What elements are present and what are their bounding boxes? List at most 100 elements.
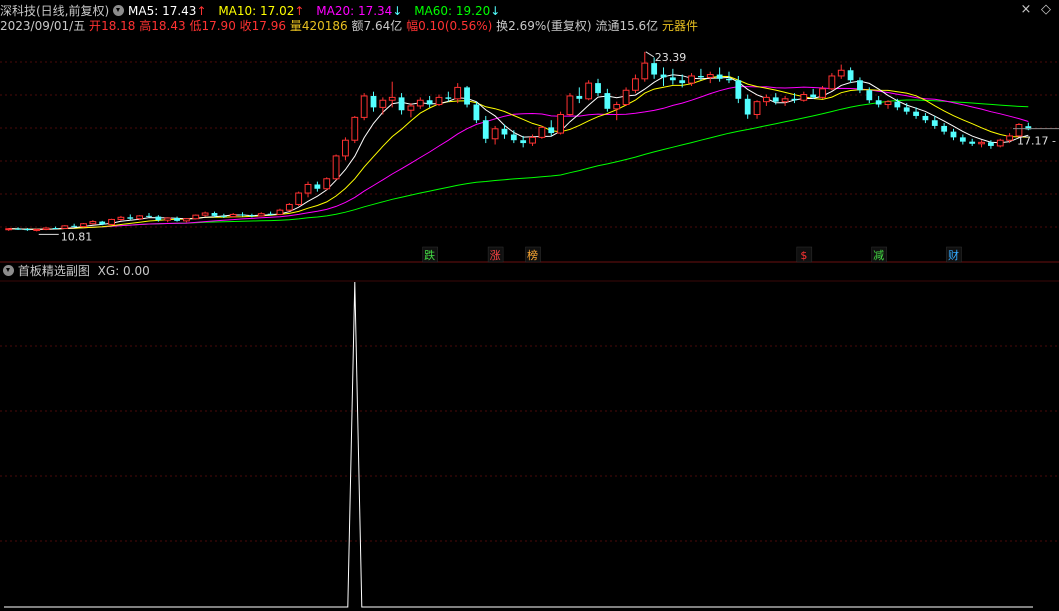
ma60-label: MA60: 19.20 — [414, 4, 491, 18]
close-icon[interactable]: × — [1019, 3, 1033, 17]
candle-body — [520, 140, 527, 144]
candle-body — [772, 97, 779, 102]
candle-body — [332, 155, 340, 180]
candle-body — [239, 214, 246, 216]
event-marker-label: 减 — [873, 249, 884, 262]
candle-body — [435, 96, 443, 106]
close-label: 收 — [239, 19, 252, 33]
candle-body — [651, 63, 658, 75]
candle-body — [146, 215, 152, 217]
candle-body — [370, 95, 377, 108]
ma60-arrow-icon: ↓ — [490, 4, 501, 18]
candle-body — [726, 78, 732, 81]
event-marker-label: $ — [800, 249, 807, 262]
event-marker-label: 榜 — [527, 248, 538, 262]
candle-body — [913, 111, 919, 116]
candle-body — [566, 95, 574, 116]
candle-body — [426, 100, 433, 105]
close-value: 17.96 — [251, 19, 287, 33]
ma-header-row: 深科技(日线,前复权) MA5: 17.43↑ MA10: 17.02↑ MA2… — [0, 3, 500, 19]
event-marker-label: 跌 — [424, 248, 435, 262]
subchart-menu-icon[interactable] — [3, 265, 14, 276]
candle-body — [295, 192, 303, 205]
candle-body — [548, 127, 555, 134]
candle-body — [501, 128, 508, 135]
ma20-arrow-icon: ↓ — [392, 4, 403, 18]
candle-body — [314, 184, 321, 189]
ma10-label: MA10: 17.02 — [218, 4, 295, 18]
candle-body — [33, 228, 41, 231]
candle-body — [837, 69, 845, 77]
candle-body — [220, 215, 227, 217]
candle-body — [903, 107, 910, 112]
candle-body — [969, 141, 976, 144]
candle-body — [996, 139, 1004, 147]
candle-body — [641, 62, 649, 80]
low-price-label: 10.81 — [61, 230, 92, 243]
event-marker-label: 涨 — [490, 249, 501, 262]
candle-body — [155, 216, 162, 221]
low-label: 低 — [189, 19, 202, 33]
candle-body — [117, 216, 125, 220]
indicator-menu-icon[interactable] — [113, 5, 125, 16]
open-label: 开 — [89, 19, 102, 33]
xg-label: XG: 0.00 — [97, 264, 150, 278]
candle-body — [267, 213, 274, 215]
candle-body — [183, 218, 190, 222]
candle-body — [950, 131, 957, 138]
amount-value: 额7.64亿 — [351, 19, 403, 33]
candle-body — [819, 88, 826, 98]
candle-body — [42, 227, 50, 230]
candle-body — [80, 223, 87, 228]
sector-value[interactable]: 元器件 — [662, 19, 698, 33]
candle-body — [454, 86, 462, 100]
candle-body — [464, 87, 470, 105]
vol-label: 量 — [289, 19, 302, 33]
candle-body — [174, 218, 180, 221]
candle-body — [781, 98, 789, 103]
candle-body — [557, 114, 564, 134]
candle-body — [360, 95, 368, 118]
candle-body — [622, 89, 630, 106]
candle-body — [576, 95, 583, 99]
candle-body — [669, 77, 676, 81]
range-value: 0.10(0.56%) — [418, 19, 493, 33]
candle-body — [342, 139, 349, 157]
candle-body — [688, 75, 695, 84]
stock-title: 深科技(日线,前复权) — [0, 4, 110, 18]
candle-body — [510, 134, 517, 141]
candle-body — [595, 83, 601, 94]
candle-body — [735, 80, 742, 99]
candle-body — [884, 101, 892, 106]
candle-body — [1006, 135, 1014, 141]
vol-value: 420186 — [301, 19, 348, 33]
candle-body — [791, 98, 798, 101]
candle-body — [744, 98, 751, 115]
candle-body — [127, 217, 134, 219]
candle-body — [604, 93, 611, 109]
candle-body — [538, 126, 546, 138]
candle-body — [89, 221, 97, 225]
candle-body — [136, 215, 144, 220]
candle-body — [61, 225, 69, 229]
candle-body — [660, 74, 667, 78]
ma10-arrow-icon: ↑ — [294, 4, 305, 18]
candle-body — [828, 75, 836, 90]
low-value: 17.90 — [201, 19, 236, 33]
candle-body — [988, 142, 994, 146]
quote-row: 2023/09/01/五 开18.18 高18.43 低17.90 收17.96… — [0, 18, 698, 34]
candle-body — [304, 183, 312, 194]
diamond-icon[interactable]: ◇ — [1039, 3, 1053, 17]
candle-body — [388, 96, 396, 101]
event-marker-label: 财 — [948, 248, 959, 262]
float-cap-value: 流通15.6亿 — [595, 19, 659, 33]
subchart-title: 首板精选副图 — [17, 264, 90, 278]
candle-body — [875, 100, 882, 105]
candle-body — [762, 96, 770, 103]
candle-body — [491, 128, 499, 140]
candle-body — [894, 101, 901, 108]
ma5-arrow-icon: ↑ — [196, 4, 207, 18]
candle-body — [959, 137, 966, 142]
candle-body — [753, 101, 761, 116]
candle-body — [407, 105, 415, 111]
